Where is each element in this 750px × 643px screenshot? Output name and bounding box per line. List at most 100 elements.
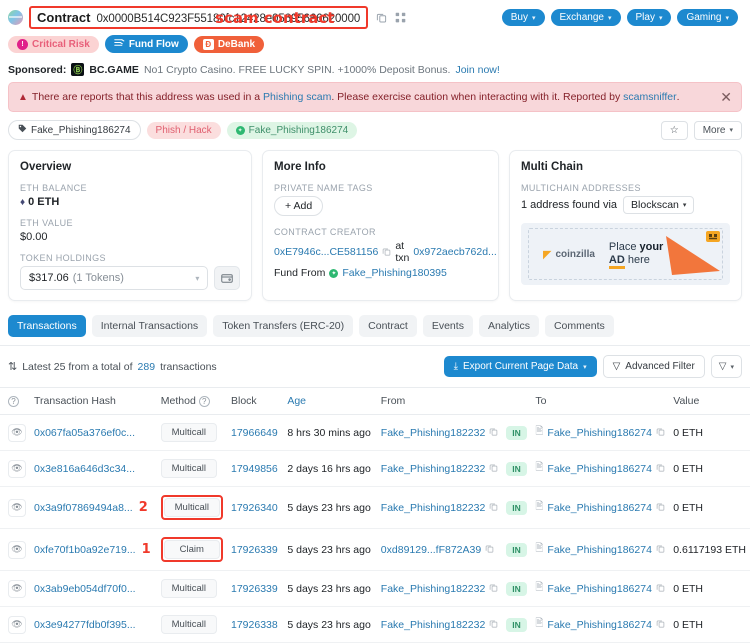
method-badge[interactable]: Multicall	[161, 579, 217, 598]
block-link[interactable]: 17949856	[231, 463, 278, 475]
transaction-hash-link[interactable]: 0x3ab9eb054df70f0...	[34, 583, 136, 595]
transaction-hash-link[interactable]: 0x3a9f07869494a8...	[34, 502, 133, 514]
method-badge[interactable]: Multicall	[161, 459, 217, 478]
copy-icon[interactable]	[656, 583, 665, 594]
to-address-link[interactable]: Fake_Phishing186274	[547, 619, 652, 631]
debank-button[interactable]: Ɖ DeBank	[194, 36, 264, 53]
to-address-link[interactable]: Fake_Phishing186274	[547, 463, 652, 475]
to-address-link[interactable]: Fake_Phishing186274	[547, 427, 652, 439]
chevron-down-icon: ▾	[195, 274, 199, 283]
copy-icon[interactable]	[485, 544, 494, 555]
wallet-icon[interactable]	[214, 266, 240, 290]
close-icon[interactable]: ✕	[720, 90, 732, 104]
advertisement-banner[interactable]: ◤ coinzilla Place your AD here	[521, 223, 730, 285]
block-link[interactable]: 17926339	[231, 583, 278, 595]
transactions-table: ? Transaction Hash Method ? Block Age Fr…	[0, 387, 750, 643]
copy-icon[interactable]	[656, 427, 665, 438]
creator-address-link[interactable]: 0xE7946c...CE581156	[274, 246, 378, 258]
from-address-link[interactable]: Fake_Phishing182232	[381, 583, 486, 595]
fund-flow-button[interactable]: Fund Flow	[105, 35, 188, 53]
scamsniffer-link[interactable]: scamsniffer	[623, 91, 677, 103]
eye-icon[interactable]: 👁	[8, 499, 26, 517]
from-address-link[interactable]: 0xd89129...fF872A39	[381, 544, 481, 556]
chevron-down-icon: ▾	[532, 14, 536, 22]
to-address-link[interactable]: Fake_Phishing186274	[547, 502, 652, 514]
tab-token-transfers[interactable]: Token Transfers (ERC-20)	[213, 315, 353, 337]
export-page-data-button[interactable]: ⤓ Export Current Page Data ▾	[444, 356, 597, 377]
copy-icon[interactable]	[489, 619, 498, 630]
eye-icon[interactable]: 👁	[8, 616, 26, 634]
block-link[interactable]: 17926338	[231, 619, 278, 631]
col-age-label[interactable]: Age	[287, 395, 306, 407]
eye-icon[interactable]: 👁	[8, 541, 26, 559]
transaction-hash-link[interactable]: 0x3e94277fdb0f395...	[34, 619, 136, 631]
from-address-link[interactable]: Fake_Phishing182232	[381, 502, 486, 514]
method-badge[interactable]: Multicall	[161, 615, 217, 634]
copy-icon[interactable]	[489, 427, 498, 438]
to-address-link[interactable]: Fake_Phishing186274	[547, 583, 652, 595]
eye-icon[interactable]: 👁	[8, 460, 26, 478]
transaction-hash-link[interactable]: 0x067fa05a376ef0c...	[34, 427, 135, 439]
tab-events[interactable]: Events	[423, 315, 473, 337]
fund-from-row: Fund From ✦ Fake_Phishing180395	[274, 267, 487, 279]
eye-icon[interactable]: 👁	[8, 424, 26, 442]
critical-risk-badge[interactable]: ! Critical Risk	[8, 36, 99, 53]
tab-comments[interactable]: Comments	[545, 315, 614, 337]
add-private-tag-label: + Add	[285, 200, 312, 212]
method-badge[interactable]: Multicall	[164, 498, 220, 517]
copy-icon[interactable]	[489, 463, 498, 474]
copy-icon[interactable]	[489, 583, 498, 594]
phish-hack-tag[interactable]: Phish / Hack	[147, 122, 221, 139]
block-link[interactable]: 17926339	[231, 544, 278, 556]
advanced-filter-button[interactable]: ▽ Advanced Filter	[603, 355, 705, 378]
sponsored-cta-link[interactable]: Join now!	[455, 64, 499, 76]
method-highlight: Claim	[161, 537, 223, 562]
copy-icon[interactable]	[656, 619, 665, 630]
transaction-hash-link[interactable]: 0xfe70f1b0a92e719...	[34, 544, 136, 556]
copy-icon[interactable]	[376, 12, 387, 23]
tab-transactions[interactable]: Transactions	[8, 315, 86, 337]
from-address-link[interactable]: Fake_Phishing182232	[381, 463, 486, 475]
to-address-link[interactable]: Fake_Phishing186274	[547, 544, 652, 556]
token-holdings-dropdown[interactable]: $317.06 (1 Tokens) ▾	[20, 266, 208, 290]
eye-icon[interactable]: 👁	[8, 580, 26, 598]
label-tag[interactable]: ✦ Fake_Phishing186274	[227, 122, 358, 139]
copy-icon[interactable]	[656, 502, 665, 513]
from-address-link[interactable]: Fake_Phishing182232	[381, 427, 486, 439]
play-button[interactable]: Play ▾	[627, 9, 672, 26]
transaction-hash-link[interactable]: 0x3e816a646d3c34...	[34, 463, 135, 475]
fund-from-link[interactable]: Fake_Phishing180395	[342, 267, 447, 279]
more-button[interactable]: More ▾	[694, 121, 742, 140]
help-icon[interactable]: ?	[8, 396, 19, 407]
star-icon[interactable]: ☆	[661, 121, 688, 140]
filter-dropdown-button[interactable]: ▽ ▾	[711, 355, 742, 378]
gaming-button[interactable]: Gaming ▾	[677, 9, 738, 26]
help-icon[interactable]: ?	[199, 396, 210, 407]
block-link[interactable]: 17966649	[231, 427, 278, 439]
blockscan-dropdown[interactable]: Blockscan ▾	[623, 196, 694, 214]
tag-row-actions: ☆ More ▾	[661, 121, 742, 140]
name-tag[interactable]: Fake_Phishing186274	[8, 120, 141, 140]
tab-analytics[interactable]: Analytics	[479, 315, 539, 337]
tab-internal-transactions[interactable]: Internal Transactions	[92, 315, 207, 337]
method-badge[interactable]: Claim	[164, 540, 220, 559]
method-badge[interactable]: Multicall	[161, 423, 217, 442]
copy-icon[interactable]	[382, 247, 391, 258]
from-address-link[interactable]: Fake_Phishing182232	[381, 619, 486, 631]
total-transactions-link[interactable]: 289	[138, 361, 156, 373]
tab-internal-transactions-label: Internal Transactions	[101, 320, 198, 332]
add-private-tag-button[interactable]: + Add	[274, 196, 323, 216]
method-highlight: Multicall	[161, 495, 223, 520]
table-row: 👁0x067fa05a376ef0c...Multicall179666498 …	[0, 415, 750, 451]
exchange-button[interactable]: Exchange ▾	[551, 9, 621, 26]
copy-icon[interactable]	[656, 463, 665, 474]
sort-icon[interactable]: ⇅	[8, 360, 17, 373]
tab-contract[interactable]: Contract	[359, 315, 417, 337]
creator-txn-link[interactable]: 0x972aecb762d...	[413, 246, 497, 258]
copy-icon[interactable]	[656, 544, 665, 555]
buy-button[interactable]: Buy ▾	[502, 9, 545, 26]
block-link[interactable]: 17926340	[231, 502, 278, 514]
qr-icon[interactable]	[395, 12, 406, 23]
phishing-scam-link[interactable]: Phishing scam	[263, 91, 331, 103]
copy-icon[interactable]	[489, 502, 498, 513]
